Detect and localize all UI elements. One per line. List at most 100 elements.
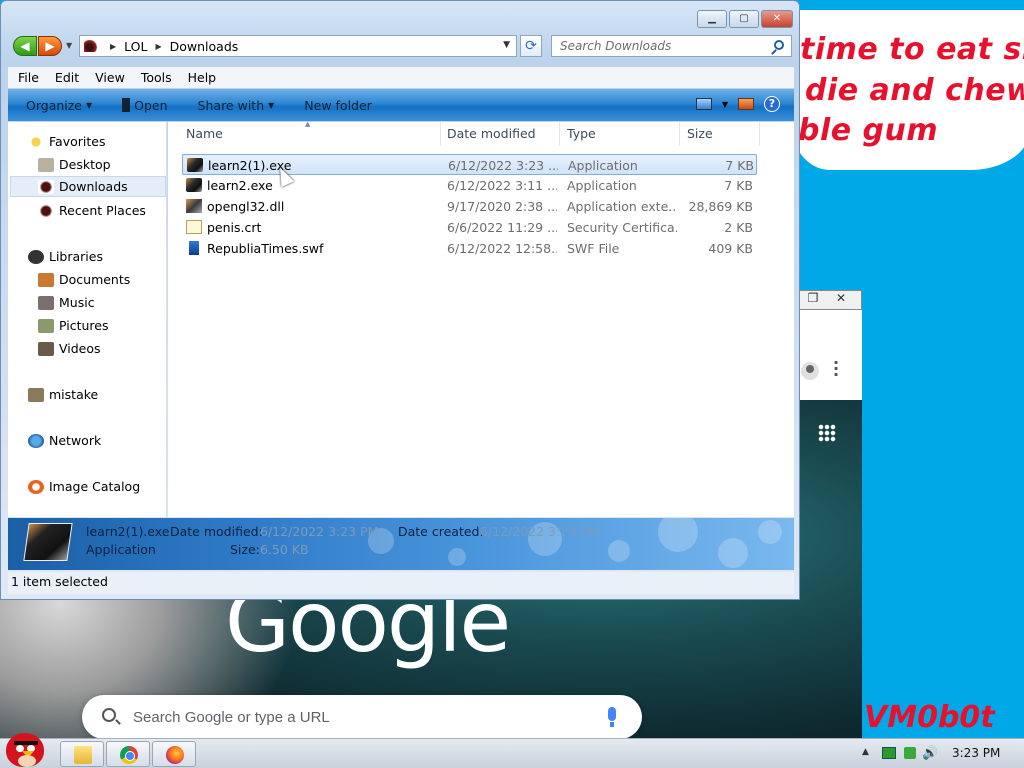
tray-app-icon[interactable]: [904, 747, 916, 759]
file-list-pane: ▲ Name Date modified Type Size learn2(1)…: [168, 120, 794, 517]
preview-pane-icon[interactable]: [738, 98, 754, 110]
nav-pictures[interactable]: Pictures: [38, 315, 166, 336]
search-icon[interactable]: [774, 40, 784, 50]
menu-bar: File Edit View Tools Help: [8, 67, 794, 88]
nav-documents[interactable]: Documents: [38, 269, 166, 290]
chevron-right-icon[interactable]: ▶: [110, 42, 116, 51]
file-row[interactable]: penis.crt 6/6/2022 11:29 ... Security Ce…: [182, 217, 757, 238]
network-tray-icon[interactable]: [882, 747, 896, 759]
close-button[interactable]: ✕: [761, 10, 793, 28]
nav-music[interactable]: Music: [38, 292, 166, 313]
minimize-button[interactable]: ▁: [697, 10, 727, 28]
navigation-pane: Favorites Desktop Downloads Recent Place…: [8, 122, 167, 517]
open-button[interactable]: Open: [122, 98, 168, 113]
details-date-created-label: Date created:: [398, 524, 484, 539]
file-type: Security Certifica...: [567, 220, 677, 235]
nav-downloads[interactable]: Downloads: [10, 176, 166, 197]
file-type: Application: [568, 158, 638, 173]
file-type: SWF File: [567, 241, 620, 256]
restore-icon[interactable]: ❐: [799, 291, 827, 307]
new-folder-button[interactable]: New folder: [304, 98, 372, 113]
chevron-down-icon[interactable]: ▼: [722, 100, 728, 109]
details-size-label: Size:: [230, 542, 260, 557]
close-icon[interactable]: ✕: [827, 291, 855, 307]
profile-icon[interactable]: [801, 362, 819, 380]
file-row[interactable]: opengl32.dll 9/17/2020 2:38 ... Applicat…: [182, 196, 757, 217]
maximize-button[interactable]: ▢: [729, 10, 759, 28]
taskbar-explorer-button[interactable]: [60, 741, 104, 767]
nav-music-label: Music: [59, 295, 95, 310]
microphone-icon[interactable]: [608, 707, 616, 727]
nav-network[interactable]: Network: [28, 430, 186, 451]
column-header-name[interactable]: Name: [179, 122, 441, 146]
system-tray: ▲ 🔊 3:23 PM: [854, 739, 1024, 768]
show-hidden-icons-icon[interactable]: ▲: [862, 747, 869, 757]
exe-icon: [187, 158, 203, 172]
menu-help[interactable]: Help: [188, 70, 217, 85]
file-date: 6/12/2022 12:58...: [447, 241, 557, 256]
search-input[interactable]: [560, 36, 765, 56]
google-search-box[interactable]: Search Google or type a URL: [82, 695, 642, 739]
details-size-value: 6.50 KB: [260, 542, 309, 557]
file-size: 7 KB: [725, 158, 754, 173]
change-view-icon[interactable]: [695, 98, 712, 110]
nav-recent-places[interactable]: Recent Places: [38, 200, 166, 221]
menu-kebab-icon[interactable]: · · ·: [833, 355, 839, 383]
breadcrumb-downloads[interactable]: Downloads: [170, 39, 239, 54]
file-row[interactable]: RepubliaTimes.swf 6/12/2022 12:58... SWF…: [182, 238, 757, 259]
search-box[interactable]: [551, 35, 792, 57]
taskbar-chrome-button[interactable]: [106, 741, 150, 767]
share-with-button[interactable]: Share with ▼: [198, 98, 275, 113]
app-icon: [122, 98, 131, 112]
nav-image-catalog[interactable]: Image Catalog: [28, 476, 186, 497]
volume-icon[interactable]: 🔊: [922, 746, 938, 761]
refresh-button[interactable]: ⟳: [520, 35, 542, 57]
nav-videos[interactable]: Videos: [38, 338, 166, 359]
nav-desktop[interactable]: Desktop: [38, 154, 166, 175]
file-date: 9/17/2020 2:38 ...: [447, 199, 557, 214]
start-button[interactable]: [4, 731, 48, 768]
google-search-placeholder[interactable]: Search Google or type a URL: [133, 709, 330, 726]
taskbar-firefox-button[interactable]: [152, 741, 196, 767]
menu-view[interactable]: View: [95, 70, 125, 85]
nav-mistake[interactable]: mistake: [28, 384, 186, 405]
recent-places-icon: [38, 203, 54, 218]
file-name: opengl32.dll: [207, 199, 285, 214]
help-icon[interactable]: ?: [764, 96, 780, 112]
organize-button[interactable]: Organize ▼: [26, 98, 92, 113]
certificate-icon: [186, 220, 202, 234]
back-button[interactable]: ◀: [13, 36, 37, 56]
column-header-date-modified[interactable]: Date modified: [440, 122, 560, 146]
address-dropdown-icon[interactable]: ▼: [503, 40, 510, 50]
breadcrumb: ▶ LOL ▶ Downloads: [102, 39, 238, 54]
nav-libraries[interactable]: Libraries: [28, 246, 186, 267]
recent-pages-dropdown-icon[interactable]: ▼: [66, 41, 72, 50]
folder-icon: [74, 746, 92, 764]
column-header-type[interactable]: Type: [560, 122, 680, 146]
address-bar[interactable]: ▶ LOL ▶ Downloads ▼: [79, 35, 517, 57]
network-icon: [28, 433, 44, 448]
chevron-right-icon[interactable]: ▶: [155, 42, 161, 51]
downloads-icon: [38, 179, 54, 194]
column-header-size[interactable]: Size: [680, 122, 760, 146]
nav-pictures-label: Pictures: [59, 318, 109, 333]
breadcrumb-lol[interactable]: LOL: [124, 39, 147, 54]
file-row[interactable]: learn2(1).exe 6/12/2022 3:23 ... Applica…: [182, 154, 757, 175]
forward-button[interactable]: ▶: [38, 36, 62, 56]
file-row[interactable]: learn2.exe 6/12/2022 3:11 ... Applicatio…: [182, 175, 757, 196]
status-bar: 1 item selected: [8, 572, 794, 594]
share-with-label: Share with: [197, 97, 265, 113]
details-filename: learn2(1).exe: [86, 524, 170, 539]
apps-grid-icon[interactable]: [818, 424, 836, 442]
new-folder-label: New folder: [304, 97, 372, 113]
menu-tools[interactable]: Tools: [141, 70, 172, 85]
menu-file[interactable]: File: [18, 70, 39, 85]
chrome-icon: [120, 746, 138, 764]
clock[interactable]: 3:23 PM: [952, 746, 1000, 760]
menu-edit[interactable]: Edit: [55, 70, 79, 85]
nav-favorites[interactable]: Favorites: [28, 131, 186, 152]
nav-documents-label: Documents: [59, 272, 131, 287]
nav-recent-places-label: Recent Places: [59, 203, 146, 218]
details-date-modified-label: Date modified:: [170, 524, 263, 539]
speech-line-3: ble gum: [798, 113, 939, 148]
